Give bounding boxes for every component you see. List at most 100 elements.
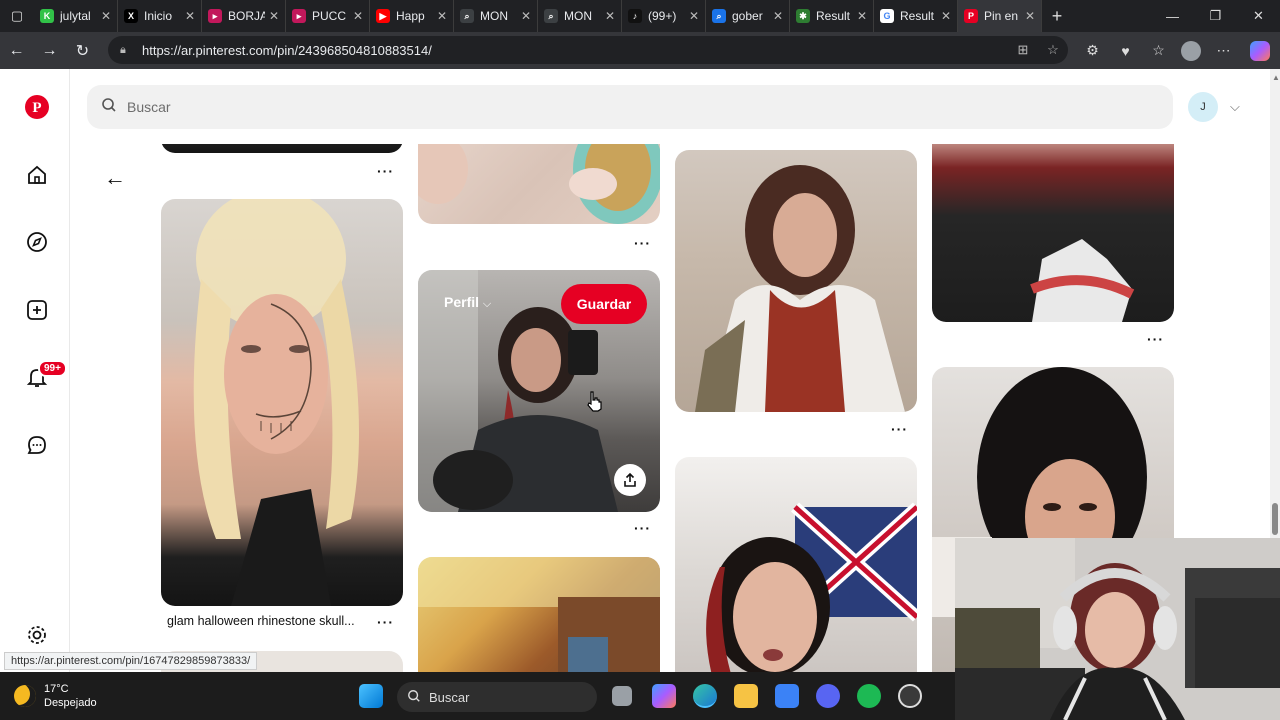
messages-icon[interactable] [25,433,49,457]
pin-more-icon[interactable]: ··· [377,163,394,179]
minimize-icon[interactable]: — [1151,0,1194,32]
tab-close-icon[interactable]: ✕ [941,9,951,23]
browser-essentials-icon[interactable]: ♥ [1109,43,1142,59]
taskbar-search[interactable]: Buscar [397,682,597,712]
save-button[interactable]: Guardar [561,284,647,324]
tab-close-icon[interactable]: ✕ [521,9,531,23]
start-windows-icon[interactable] [359,684,383,708]
address-bar[interactable]: 🔒︎ https://ar.pinterest.com/pin/24396850… [108,36,1068,64]
pin-black-tee[interactable] [932,129,1174,322]
pin-glam-halloween-skull[interactable] [161,199,403,606]
window-controls: — ❐ ✕ [1151,0,1280,32]
webcam-feed-image [955,538,1280,720]
pin-mirror-selfie[interactable]: Perfil ⌵ Guardar [418,270,660,512]
profile-avatar[interactable] [1181,40,1201,61]
tab-close-icon[interactable]: ✕ [1025,9,1035,23]
pin-more-icon[interactable]: ··· [1147,331,1164,347]
tab-favicon-icon: P [964,9,978,23]
tab-title: BORJA [228,9,265,23]
browser-tab[interactable]: X Inicio ✕ [118,0,202,32]
tab-close-icon[interactable]: ✕ [773,9,783,23]
tab-close-icon[interactable]: ✕ [857,9,867,23]
microsoft-store-icon[interactable] [775,684,799,708]
scroll-up-icon[interactable]: ▲ [1272,73,1280,82]
browser-tab[interactable]: ⌕ MON ✕ [538,0,622,32]
tab-favicon-icon: ♪ [628,9,642,23]
home-icon[interactable] [25,163,49,187]
discord-icon[interactable] [816,684,840,708]
tab-favicon-icon: ⌕ [544,9,558,23]
pin-title[interactable]: glam halloween rhinestone skull... [167,614,371,628]
more-menu-icon[interactable]: ⋯ [1207,42,1240,59]
copilot-icon[interactable] [1250,40,1270,61]
file-explorer-icon[interactable] [734,684,758,708]
create-plus-icon[interactable] [25,298,49,322]
browser-tab[interactable]: ▸ BORJA ✕ [202,0,286,32]
tab-close-icon[interactable]: ✕ [437,9,447,23]
share-icon[interactable] [614,464,646,496]
tab-close-icon[interactable]: ✕ [185,9,195,23]
tab-close-icon[interactable]: ✕ [101,9,111,23]
new-tab-button[interactable]: + [1042,6,1072,27]
tab-title: MON [480,9,508,23]
search-placeholder: Buscar [127,99,171,115]
edge-browser-icon[interactable] [693,684,717,708]
pin-image-tee [1030,239,1135,322]
tab-favicon-icon: ▸ [208,9,222,23]
browser-tab[interactable]: P Pin en ✕ [958,0,1042,32]
browser-tab[interactable]: ▶ Happ ✕ [370,0,454,32]
user-avatar[interactable]: J [1188,92,1218,122]
scrollbar-thumb[interactable] [1272,503,1278,535]
browser-tab[interactable]: ♪ (99+) ✕ [622,0,706,32]
tab-close-icon[interactable]: ✕ [689,9,699,23]
tab-close-icon[interactable]: ✕ [353,9,363,23]
favorites-icon[interactable]: ☆ [1142,42,1175,59]
pinterest-logo-icon[interactable]: P [25,95,49,119]
search-input[interactable]: Buscar [87,85,1173,129]
obs-icon[interactable] [898,684,922,708]
chevron-down-icon[interactable]: ⌵ [1230,99,1240,115]
weather-widget[interactable]: 17°C Despejado [14,682,97,710]
profile-dropdown[interactable]: Perfil ⌵ [444,294,491,311]
pin-brunette-jacket[interactable] [675,150,917,412]
browser-tab[interactable]: ✱ Result ✕ [790,0,874,32]
forward-icon[interactable]: → [33,32,66,69]
reload-icon[interactable]: ↻ [66,32,99,69]
tab-close-icon[interactable]: ✕ [269,9,279,23]
pin-flag-background[interactable] [675,457,917,672]
pin-more-icon[interactable]: ··· [634,520,651,536]
favorite-star-icon[interactable]: ☆ [1038,42,1068,58]
pin-image-wood [418,557,660,672]
search-icon [101,97,117,118]
pin-wood-interior[interactable] [418,557,660,672]
site-info-icon[interactable]: 🔒︎ [120,44,134,57]
close-window-icon[interactable]: ✕ [1237,0,1280,32]
copilot-taskbar-icon[interactable] [652,684,676,708]
tab-actions-icon[interactable]: ▢ [0,0,34,32]
pin-more-icon[interactable]: ··· [634,235,651,251]
browser-tab[interactable]: G Result ✕ [874,0,958,32]
windows-taskbar: 17°C Despejado Buscar [0,672,955,720]
browser-tab[interactable]: Kjulytal ✕ [34,0,118,32]
pin-more-icon[interactable]: ··· [377,614,394,630]
settings-gear-icon[interactable] [25,623,49,647]
restore-icon[interactable]: ❐ [1194,0,1237,32]
pin-more-icon[interactable]: ··· [891,421,908,437]
browser-tab[interactable]: ▸ PUCC ✕ [286,0,370,32]
browser-tab[interactable]: ⌕ gober ✕ [706,0,790,32]
task-view-icon[interactable] [612,686,632,706]
profile-label: Perfil [444,294,480,310]
tab-close-icon[interactable]: ✕ [605,9,615,23]
browser-tab[interactable]: ⌕ MON ✕ [454,0,538,32]
spotify-icon[interactable] [857,684,881,708]
app-available-icon[interactable]: ⊞ [1008,42,1038,58]
tab-title: Result [816,9,851,23]
tab-title: julytal [60,9,91,23]
back-arrow-icon[interactable]: ← [104,165,126,191]
extensions-icon[interactable]: ⚙ [1076,42,1109,59]
left-navigation: P 99+ [4,69,70,672]
tab-favicon-icon: ⌕ [460,9,474,23]
svg-text:P: P [32,100,41,116]
back-icon[interactable]: ← [0,32,33,69]
explore-compass-icon[interactable] [25,230,49,254]
